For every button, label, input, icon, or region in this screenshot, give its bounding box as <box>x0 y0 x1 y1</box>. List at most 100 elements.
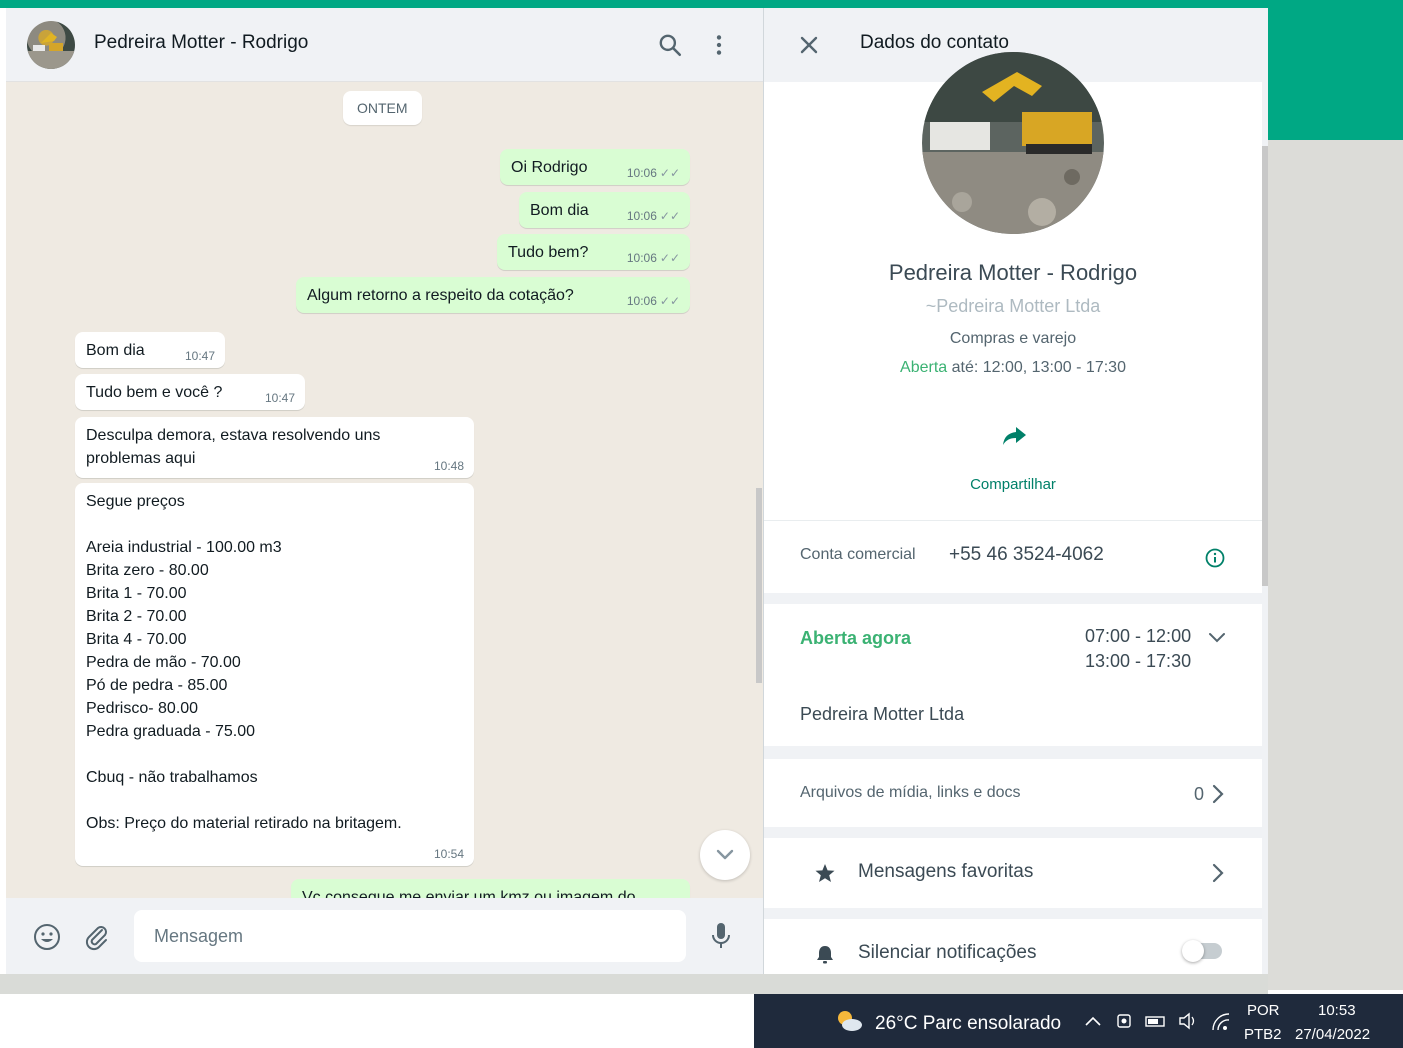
message-text: Segue preços Areia industrial - 100.00 m… <box>86 493 402 832</box>
message-list[interactable]: ONTEM Oi Rodrigo 10:06 ✓✓ Bom dia 10:06 ✓✓… <box>6 83 763 898</box>
mute-notifications-label: Silenciar notificações <box>858 942 1037 963</box>
account-type-label: Conta comercial <box>800 546 916 563</box>
message-text: Oi Rodrigo <box>511 159 588 176</box>
message-text: Vc consegue me enviar um kmz ou imagem d… <box>302 889 636 898</box>
message-time: 10:06 <box>626 251 657 265</box>
info-icon[interactable] <box>1204 547 1226 569</box>
date-divider: ONTEM <box>343 91 422 125</box>
message-text: Tudo bem e você ? <box>86 384 223 401</box>
bell-icon <box>817 946 833 964</box>
weather-text[interactable]: 26°C Parc ensolarado <box>875 1013 1061 1035</box>
chevron-up-icon[interactable] <box>1084 1014 1102 1028</box>
message-bubble[interactable]: Bom dia 10:47 <box>75 332 225 368</box>
chat-header: Pedreira Motter - Rodrigo <box>6 8 763 82</box>
attach-icon[interactable] <box>82 922 112 952</box>
message-bubble[interactable]: Vc consegue me enviar um kmz ou imagem d… <box>291 879 690 898</box>
wifi-icon[interactable] <box>1210 1012 1232 1032</box>
media-label: Arquivos de mídia, links e docs <box>800 784 1021 801</box>
message-bubble[interactable]: Oi Rodrigo 10:06 ✓✓ <box>500 149 690 185</box>
read-ticks-icon: ✓✓ <box>659 166 680 180</box>
message-time: 10:54 <box>433 847 464 861</box>
read-ticks-icon: ✓✓ <box>659 294 680 308</box>
clock-date[interactable]: 27/04/2022 <box>1295 1026 1370 1043</box>
business-name: ~Pedreira Motter Ltda <box>925 296 1101 316</box>
contact-panel-scrollbar[interactable] <box>1262 146 1268 586</box>
mute-notifications-item[interactable]: Silenciar notificações <box>764 919 1262 974</box>
weather-icon[interactable] <box>834 1008 864 1034</box>
top-accent-bar <box>0 0 1403 8</box>
mute-toggle[interactable] <box>1182 940 1222 962</box>
clock-time[interactable]: 10:53 <box>1318 1002 1356 1019</box>
volume-icon[interactable] <box>1178 1012 1200 1030</box>
business-hours-summary: Aberta até: 12:00, 13:00 - 17:30 <box>764 359 1262 377</box>
close-icon[interactable] <box>796 32 822 58</box>
share-button[interactable]: Compartilhar <box>764 476 1262 493</box>
toggle-knob <box>1182 940 1204 962</box>
window-bottom-strip <box>0 974 1268 994</box>
menu-icon[interactable] <box>706 32 732 58</box>
chevron-down-icon[interactable] <box>1207 630 1227 646</box>
chat-contact-name[interactable]: Pedreira Motter - Rodrigo <box>94 32 308 54</box>
message-input[interactable] <box>134 910 686 962</box>
message-time: 10:48 <box>433 459 464 473</box>
contact-profile-photo[interactable] <box>922 52 1104 234</box>
contact-avatar[interactable] <box>27 21 75 69</box>
message-bubble[interactable]: Algum retorno a respeito da cotação? 10:… <box>296 277 690 313</box>
media-section[interactable]: Arquivos de mídia, links e docs 0 <box>764 759 1262 827</box>
business-account-section: Conta comercial +55 46 3524-4062 <box>764 520 1262 593</box>
contact-info-title: Dados do contato <box>860 32 1009 53</box>
battery-icon[interactable] <box>1144 1012 1168 1030</box>
message-time: 10:06 <box>626 294 657 308</box>
message-text: Algum retorno a respeito da cotação? <box>307 287 574 304</box>
message-bubble[interactable]: Desculpa demora, estava resolvendo uns p… <box>75 417 474 478</box>
chevron-right-icon <box>1212 784 1224 804</box>
hours-line-1: 07:00 - 12:00 <box>1085 626 1192 646</box>
keyboard-layout[interactable]: PTB2 <box>1244 1026 1282 1043</box>
camera-icon[interactable] <box>1116 1012 1134 1030</box>
mic-icon[interactable] <box>706 920 736 952</box>
message-time: 10:47 <box>264 391 295 405</box>
background-panel <box>1268 140 1403 990</box>
hours-line-2: 13:00 - 17:30 <box>1085 651 1192 671</box>
message-text: Desculpa demora, estava resolvendo uns p… <box>86 427 381 467</box>
windows-taskbar: 26°C Parc ensolarado POR PTB2 10:53 27/0… <box>754 994 1403 1048</box>
contact-info-panel: Dados do contato Pedreira Motter - Rodri… <box>763 8 1268 974</box>
message-text: Tudo bem? <box>508 244 589 261</box>
star-icon <box>815 864 835 882</box>
business-category: Compras e varejo <box>949 330 1077 347</box>
message-bubble[interactable]: Tudo bem e você ? 10:47 <box>75 374 305 410</box>
message-bubble[interactable]: Tudo bem? 10:06 ✓✓ <box>497 234 690 270</box>
share-icon[interactable] <box>1000 422 1028 450</box>
message-time: 10:06 <box>626 209 657 223</box>
message-bubble[interactable]: Bom dia 10:06 ✓✓ <box>519 192 690 228</box>
chat-panel: Pedreira Motter - Rodrigo ONTEM Oi Rodri… <box>6 8 763 974</box>
contact-summary-card: Pedreira Motter - Rodrigo ~Pedreira Mott… <box>764 52 1262 520</box>
phone-number[interactable]: +55 46 3524-4062 <box>949 544 1104 566</box>
business-hours-section: Aberta agora 07:00 - 12:00 13:00 - 17:30… <box>764 604 1262 746</box>
chat-scrollbar[interactable] <box>756 488 762 683</box>
message-input-wrapper <box>134 910 686 962</box>
input-language[interactable]: POR <box>1247 1002 1280 1019</box>
scroll-to-bottom-button[interactable] <box>700 830 750 880</box>
read-ticks-icon: ✓✓ <box>659 251 680 265</box>
contact-name: Pedreira Motter - Rodrigo <box>888 260 1138 285</box>
read-ticks-icon: ✓✓ <box>659 209 680 223</box>
search-icon[interactable] <box>657 32 683 58</box>
chevron-right-icon <box>1212 863 1224 883</box>
message-time: 10:06 <box>626 166 657 180</box>
starred-messages-item[interactable]: Mensagens favoritas <box>764 838 1262 908</box>
emoji-icon[interactable] <box>32 922 62 952</box>
hours-summary-text: até: 12:00, 13:00 - 17:30 <box>947 359 1126 376</box>
company-name: Pedreira Motter Ltda <box>800 704 965 724</box>
chevron-down-icon <box>716 849 734 860</box>
media-count: 0 <box>1194 784 1205 804</box>
starred-messages-label: Mensagens favoritas <box>858 861 1034 882</box>
message-bubble[interactable]: Segue preços Areia industrial - 100.00 m… <box>75 483 474 866</box>
open-status: Aberta <box>900 359 948 376</box>
message-time: 10:47 <box>184 349 215 363</box>
message-text: Bom dia <box>86 342 145 359</box>
message-text: Bom dia <box>530 202 589 219</box>
composer-bar <box>6 898 763 974</box>
background-accent <box>1268 0 1403 140</box>
open-now-label: Aberta agora <box>800 628 912 648</box>
